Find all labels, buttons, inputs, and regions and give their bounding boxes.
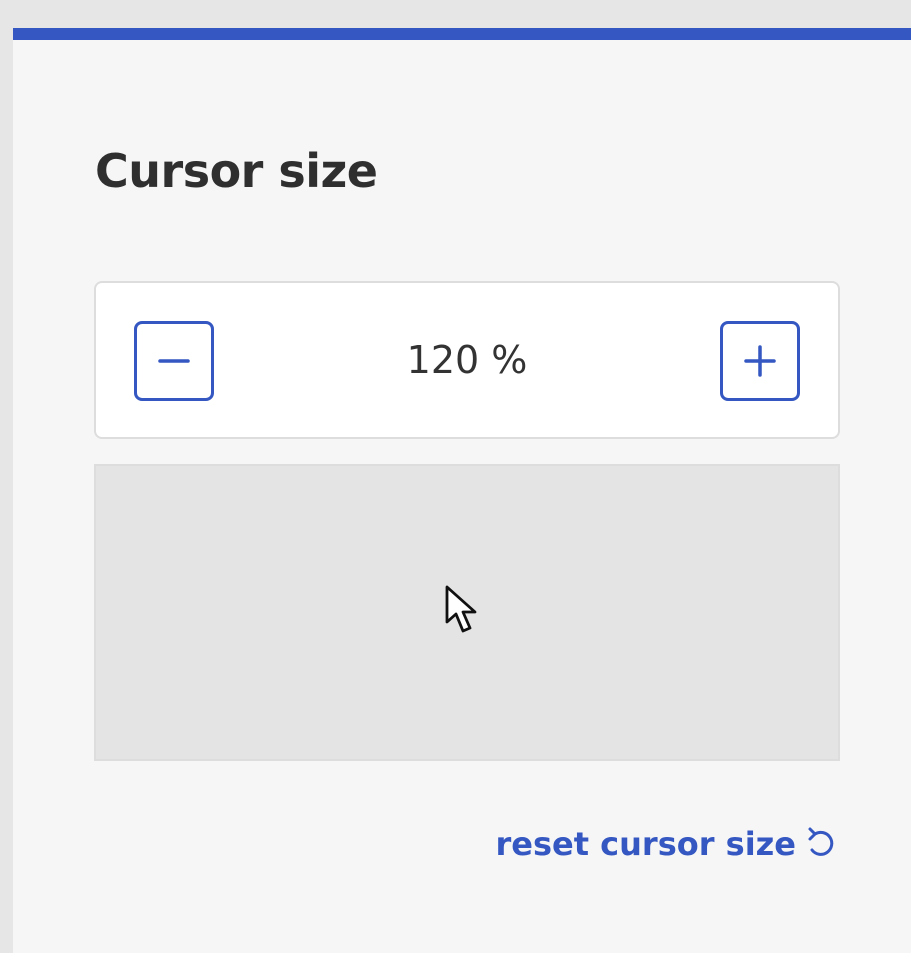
- cursor-size-panel: Cursor size 120 % reset cursor size: [13, 28, 911, 953]
- reset-cursor-size-link[interactable]: reset cursor size: [496, 825, 837, 863]
- reset-cursor-size-label: reset cursor size: [495, 825, 797, 863]
- increase-cursor-size-button[interactable]: [720, 321, 800, 401]
- cursor-preview-area: [94, 464, 840, 761]
- plus-icon: [744, 345, 776, 377]
- reset-arrow-icon: [808, 827, 834, 856]
- panel-title: Cursor size: [95, 144, 378, 198]
- mouse-pointer-icon: [445, 585, 477, 633]
- cursor-size-stepper: 120 %: [94, 281, 840, 439]
